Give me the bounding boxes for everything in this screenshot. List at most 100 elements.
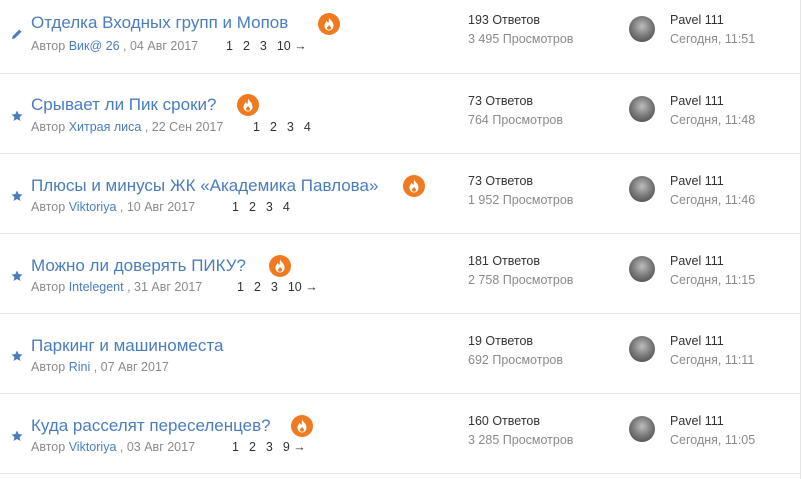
- replies-count: 19 Ответов: [468, 334, 534, 348]
- page-link[interactable]: 2: [270, 120, 277, 134]
- topic-stats: 160 Ответов 3 285 Просмотров: [468, 412, 573, 450]
- topic-title-link[interactable]: Куда расселят переселенцев?: [31, 416, 271, 436]
- author-link[interactable]: Хитрая лиса: [69, 120, 142, 134]
- pagination: 1 2 3 10 →: [237, 279, 328, 295]
- page-link[interactable]: 1: [226, 39, 233, 53]
- hot-topic-icon: [291, 415, 313, 437]
- page-link[interactable]: 1: [253, 120, 260, 134]
- topic-row: Паркинг и машиноместа Автор Rini , 07 Ав…: [0, 314, 800, 394]
- author-prefix: Автор: [31, 120, 66, 134]
- views-count: 3 285 Просмотров: [468, 433, 574, 447]
- avatar[interactable]: [629, 16, 655, 42]
- topic-date: , 10 Авг 2017: [119, 200, 196, 214]
- star-icon: [11, 190, 23, 202]
- last-post: Pavel 111 Сегодня, 11:48: [670, 92, 755, 130]
- author-link[interactable]: Intelegent: [69, 280, 124, 294]
- hot-topic-icon: [237, 94, 259, 116]
- page-link[interactable]: 3: [287, 120, 294, 134]
- replies-count: 73 Ответов: [468, 94, 534, 108]
- page-link[interactable]: 2: [249, 440, 256, 454]
- replies-count: 73 Ответов: [468, 174, 534, 188]
- last-post: Pavel 111 Сегодня, 11:05: [670, 412, 755, 450]
- page-link[interactable]: 4: [283, 200, 290, 214]
- hot-topic-icon: [403, 175, 425, 197]
- last-post-time: Сегодня, 11:51: [670, 32, 756, 46]
- page-link[interactable]: 1: [237, 280, 244, 294]
- pagination: 1 2 3 10 →: [226, 38, 317, 54]
- topic-date: , 22 Сен 2017: [144, 120, 224, 134]
- last-post-user[interactable]: Pavel 111: [670, 172, 755, 191]
- page-link[interactable]: 9 →: [283, 440, 306, 454]
- page-link[interactable]: 10 →: [288, 280, 318, 294]
- last-post: Pavel 111 Сегодня, 11:51: [670, 11, 755, 49]
- author-link[interactable]: Viktoriya: [69, 440, 117, 454]
- last-post-user[interactable]: Pavel 111: [670, 252, 755, 271]
- topic-title-link[interactable]: Можно ли доверять ПИКУ?: [31, 256, 246, 276]
- replies-count: 193 Ответов: [468, 13, 540, 27]
- last-post: Pavel 111 Сегодня, 11:11: [670, 332, 754, 370]
- page-link[interactable]: 2: [249, 200, 256, 214]
- topic-row: Куда расселят переселенцев? Автор Viktor…: [0, 394, 800, 474]
- page-link[interactable]: 3: [260, 39, 267, 53]
- last-post-user[interactable]: Pavel 111: [670, 412, 755, 431]
- last-post-user[interactable]: Pavel 111: [670, 92, 755, 111]
- pagination: 123 9 →: [232, 439, 316, 455]
- topic-date: , 03 Авг 2017: [119, 440, 196, 454]
- avatar[interactable]: [629, 176, 655, 202]
- page-link[interactable]: 3: [271, 280, 278, 294]
- star-icon: [11, 270, 23, 282]
- avatar[interactable]: [629, 336, 655, 362]
- topic-stats: 193 Ответов 3 495 Просмотров: [468, 11, 573, 49]
- last-post-time: Сегодня, 11:15: [670, 273, 756, 287]
- page-link[interactable]: 1: [232, 200, 239, 214]
- topic-stats: 73 Ответов 1 952 Просмотров: [468, 172, 573, 210]
- author-prefix: Автор: [31, 440, 66, 454]
- topic-list: Отделка Входных групп и Мопов Автор Вик@…: [0, 0, 801, 479]
- replies-count: 181 Ответов: [468, 254, 540, 268]
- topic-meta: Автор Viktoriya , 10 Авг 2017: [31, 199, 195, 215]
- author-link[interactable]: Вик@ 26: [69, 39, 120, 53]
- page-link[interactable]: 3: [266, 440, 273, 454]
- last-post-user[interactable]: Pavel 111: [670, 332, 754, 351]
- topic-stats: 181 Ответов 2 758 Просмотров: [468, 252, 573, 290]
- star-icon: [11, 350, 23, 362]
- author-prefix: Автор: [31, 360, 66, 374]
- views-count: 2 758 Просмотров: [468, 273, 574, 287]
- last-post-time: Сегодня, 11:11: [670, 353, 755, 367]
- avatar[interactable]: [629, 256, 655, 282]
- topic-title-link[interactable]: Срывает ли Пик сроки?: [31, 95, 216, 115]
- author-prefix: Автор: [31, 280, 66, 294]
- page-link[interactable]: 2: [254, 280, 261, 294]
- star-icon: [11, 430, 23, 442]
- hot-topic-icon: [318, 13, 340, 35]
- topic-row: Плюсы и минусы ЖК «Академика Павлова» Ав…: [0, 154, 800, 234]
- avatar[interactable]: [629, 96, 655, 122]
- last-post: Pavel 111 Сегодня, 11:15: [670, 252, 755, 290]
- last-post-time: Сегодня, 11:46: [670, 193, 756, 207]
- page-link[interactable]: 1: [232, 440, 239, 454]
- views-count: 692 Просмотров: [468, 353, 564, 367]
- page-link[interactable]: 3: [266, 200, 273, 214]
- author-prefix: Автор: [31, 200, 66, 214]
- author-link[interactable]: Rini: [69, 360, 91, 374]
- last-post-user[interactable]: Pavel 111: [670, 11, 755, 30]
- topic-row: Срывает ли Пик сроки? Автор Хитрая лиса …: [0, 74, 800, 154]
- page-link[interactable]: 4: [304, 120, 311, 134]
- topic-date: , 07 Авг 2017: [93, 360, 169, 374]
- topic-row: Отделка Входных групп и Мопов Автор Вик@…: [0, 0, 800, 74]
- topic-title-link[interactable]: Отделка Входных групп и Мопов: [31, 13, 288, 33]
- topic-title-link[interactable]: Паркинг и машиноместа: [31, 336, 223, 356]
- author-link[interactable]: Viktoriya: [69, 200, 117, 214]
- pagination: 1234: [232, 199, 300, 215]
- page-link[interactable]: 10 →: [277, 39, 307, 53]
- author-prefix: Автор: [31, 39, 66, 53]
- hot-topic-icon: [269, 255, 291, 277]
- page-link[interactable]: 2: [243, 39, 250, 53]
- topic-title-link[interactable]: Плюсы и минусы ЖК «Академика Павлова»: [31, 176, 378, 196]
- topic-stats: 73 Ответов 764 Просмотров: [468, 92, 563, 130]
- topic-meta: Автор Rini , 07 Авг 2017: [31, 359, 169, 375]
- topic-stats: 19 Ответов 692 Просмотров: [468, 332, 563, 370]
- topic-meta: Автор Intelegent , 31 Авг 2017: [31, 279, 202, 295]
- avatar[interactable]: [629, 416, 655, 442]
- last-post: Pavel 111 Сегодня, 11:46: [670, 172, 755, 210]
